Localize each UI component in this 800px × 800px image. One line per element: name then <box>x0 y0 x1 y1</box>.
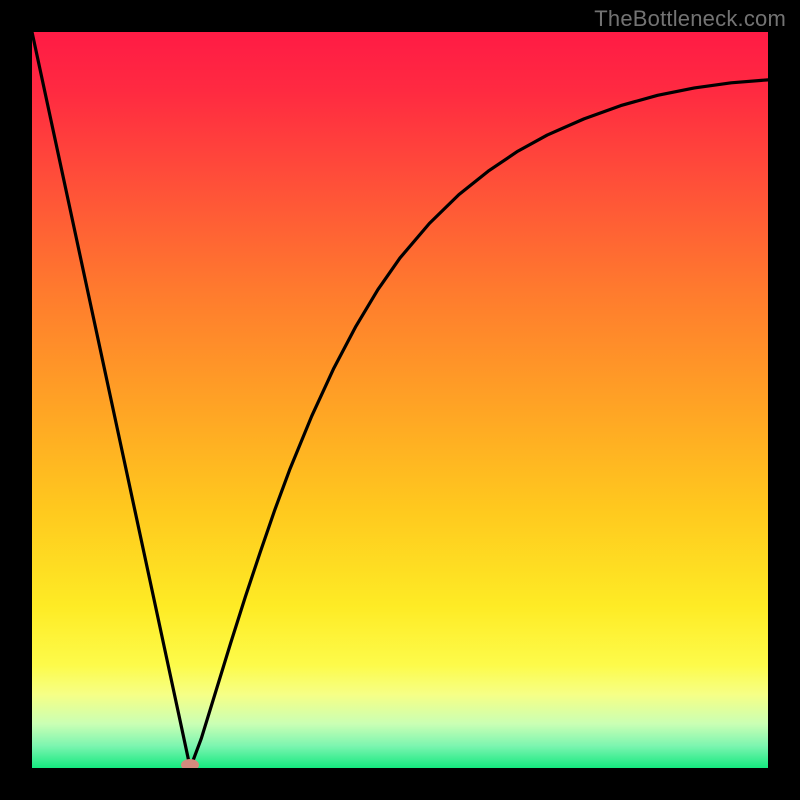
curve-path <box>32 32 768 768</box>
plot-area <box>32 32 768 768</box>
bottleneck-curve <box>32 32 768 768</box>
optimum-marker <box>181 759 199 768</box>
watermark-text: TheBottleneck.com <box>594 6 786 32</box>
chart-frame: TheBottleneck.com <box>0 0 800 800</box>
